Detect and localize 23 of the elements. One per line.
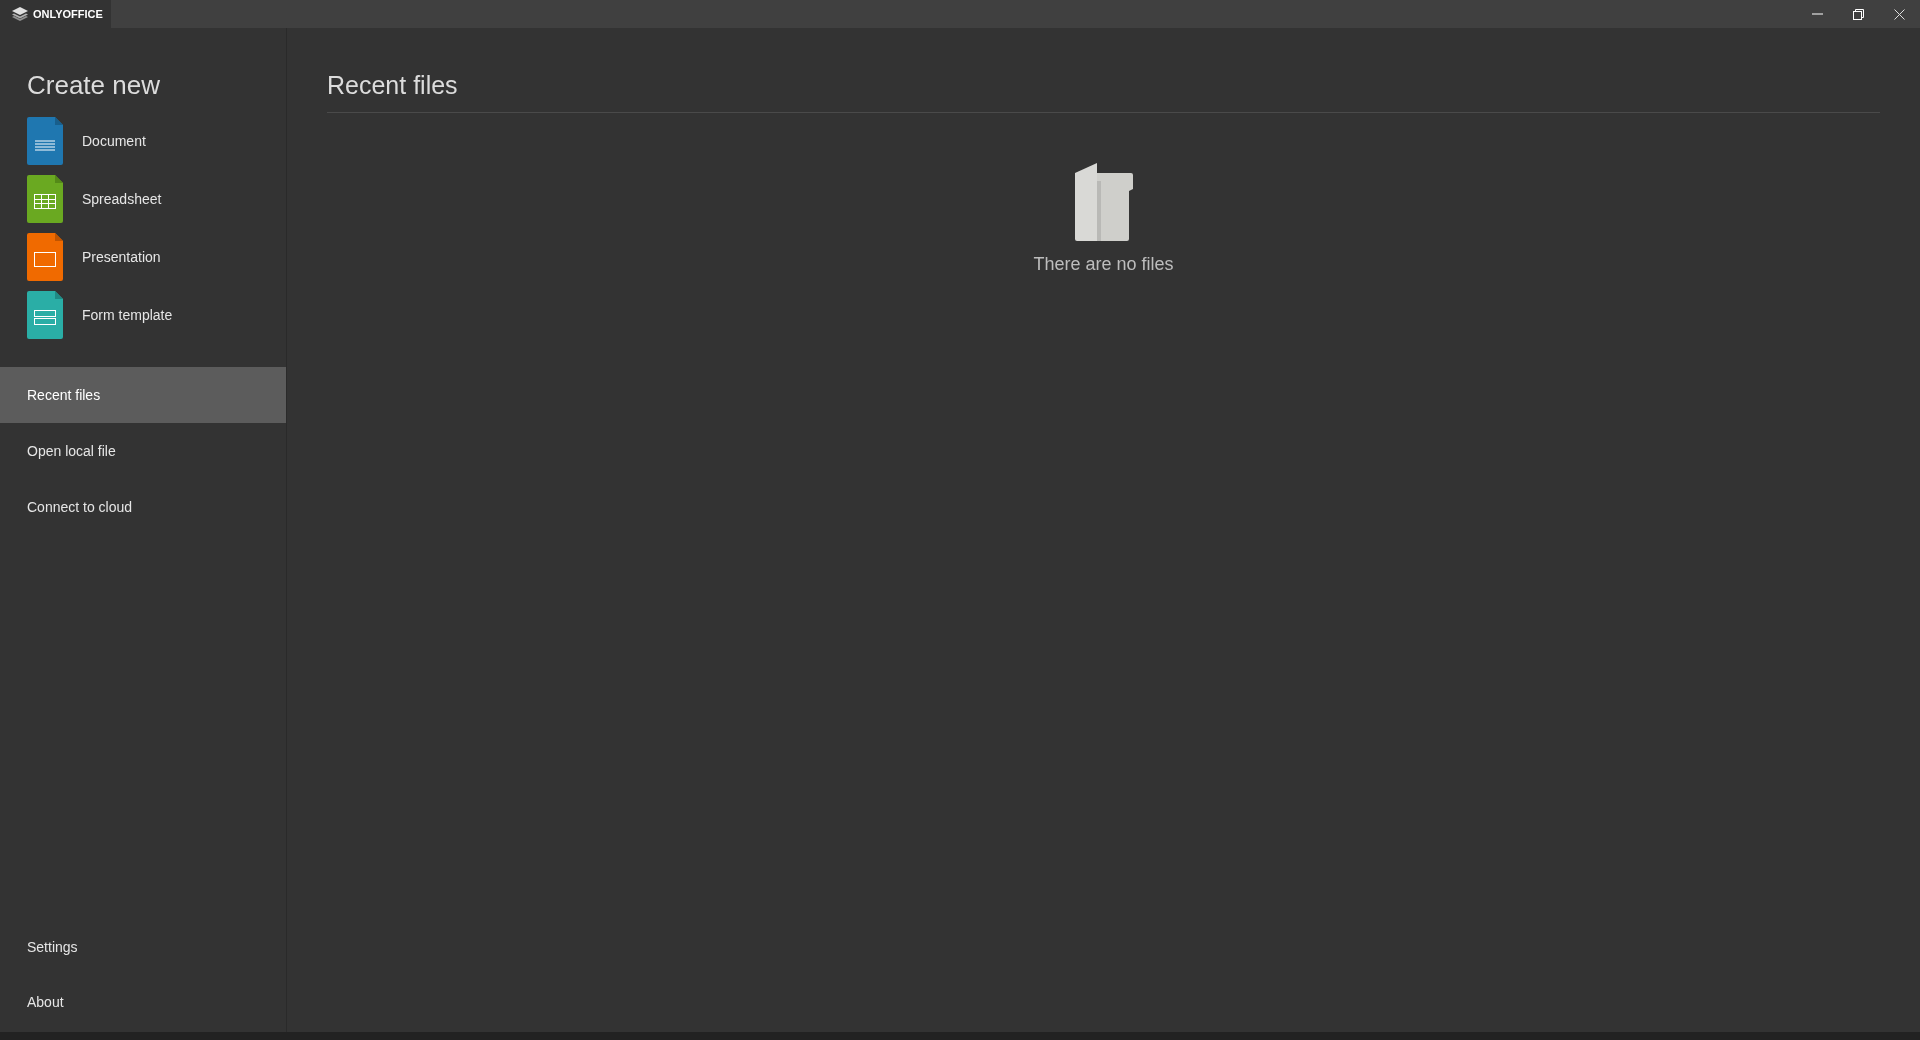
- restore-icon: [1853, 8, 1864, 20]
- nav-item[interactable]: Recent files: [0, 367, 286, 423]
- app-tab[interactable]: ONLYOFFICE: [0, 0, 111, 28]
- form-file-icon: [27, 291, 63, 339]
- minimize-icon: [1812, 13, 1823, 15]
- nav-item[interactable]: About: [0, 975, 286, 1030]
- empty-message: There are no files: [1033, 253, 1174, 276]
- sidebar-heading: Create new: [26, 69, 161, 101]
- nav-item[interactable]: Connect to cloud: [0, 479, 286, 535]
- page-title: Recent files: [327, 70, 1880, 113]
- close-icon: [1894, 8, 1905, 20]
- spreadsheet-file-icon: [27, 175, 63, 223]
- create-item[interactable]: Form template: [0, 291, 286, 339]
- nav-item[interactable]: Settings: [0, 920, 286, 975]
- empty-folder-icon: [1074, 163, 1133, 241]
- app-name: ONLYOFFICE: [33, 6, 103, 22]
- document-file-icon: [27, 117, 63, 165]
- presentation-file-icon: [27, 233, 63, 281]
- create-item[interactable]: Presentation: [0, 233, 286, 281]
- create-item[interactable]: Spreadsheet: [0, 175, 286, 223]
- nav-item[interactable]: Open local file: [0, 423, 286, 479]
- layers-icon: [12, 7, 28, 21]
- create-item[interactable]: Document: [0, 117, 286, 165]
